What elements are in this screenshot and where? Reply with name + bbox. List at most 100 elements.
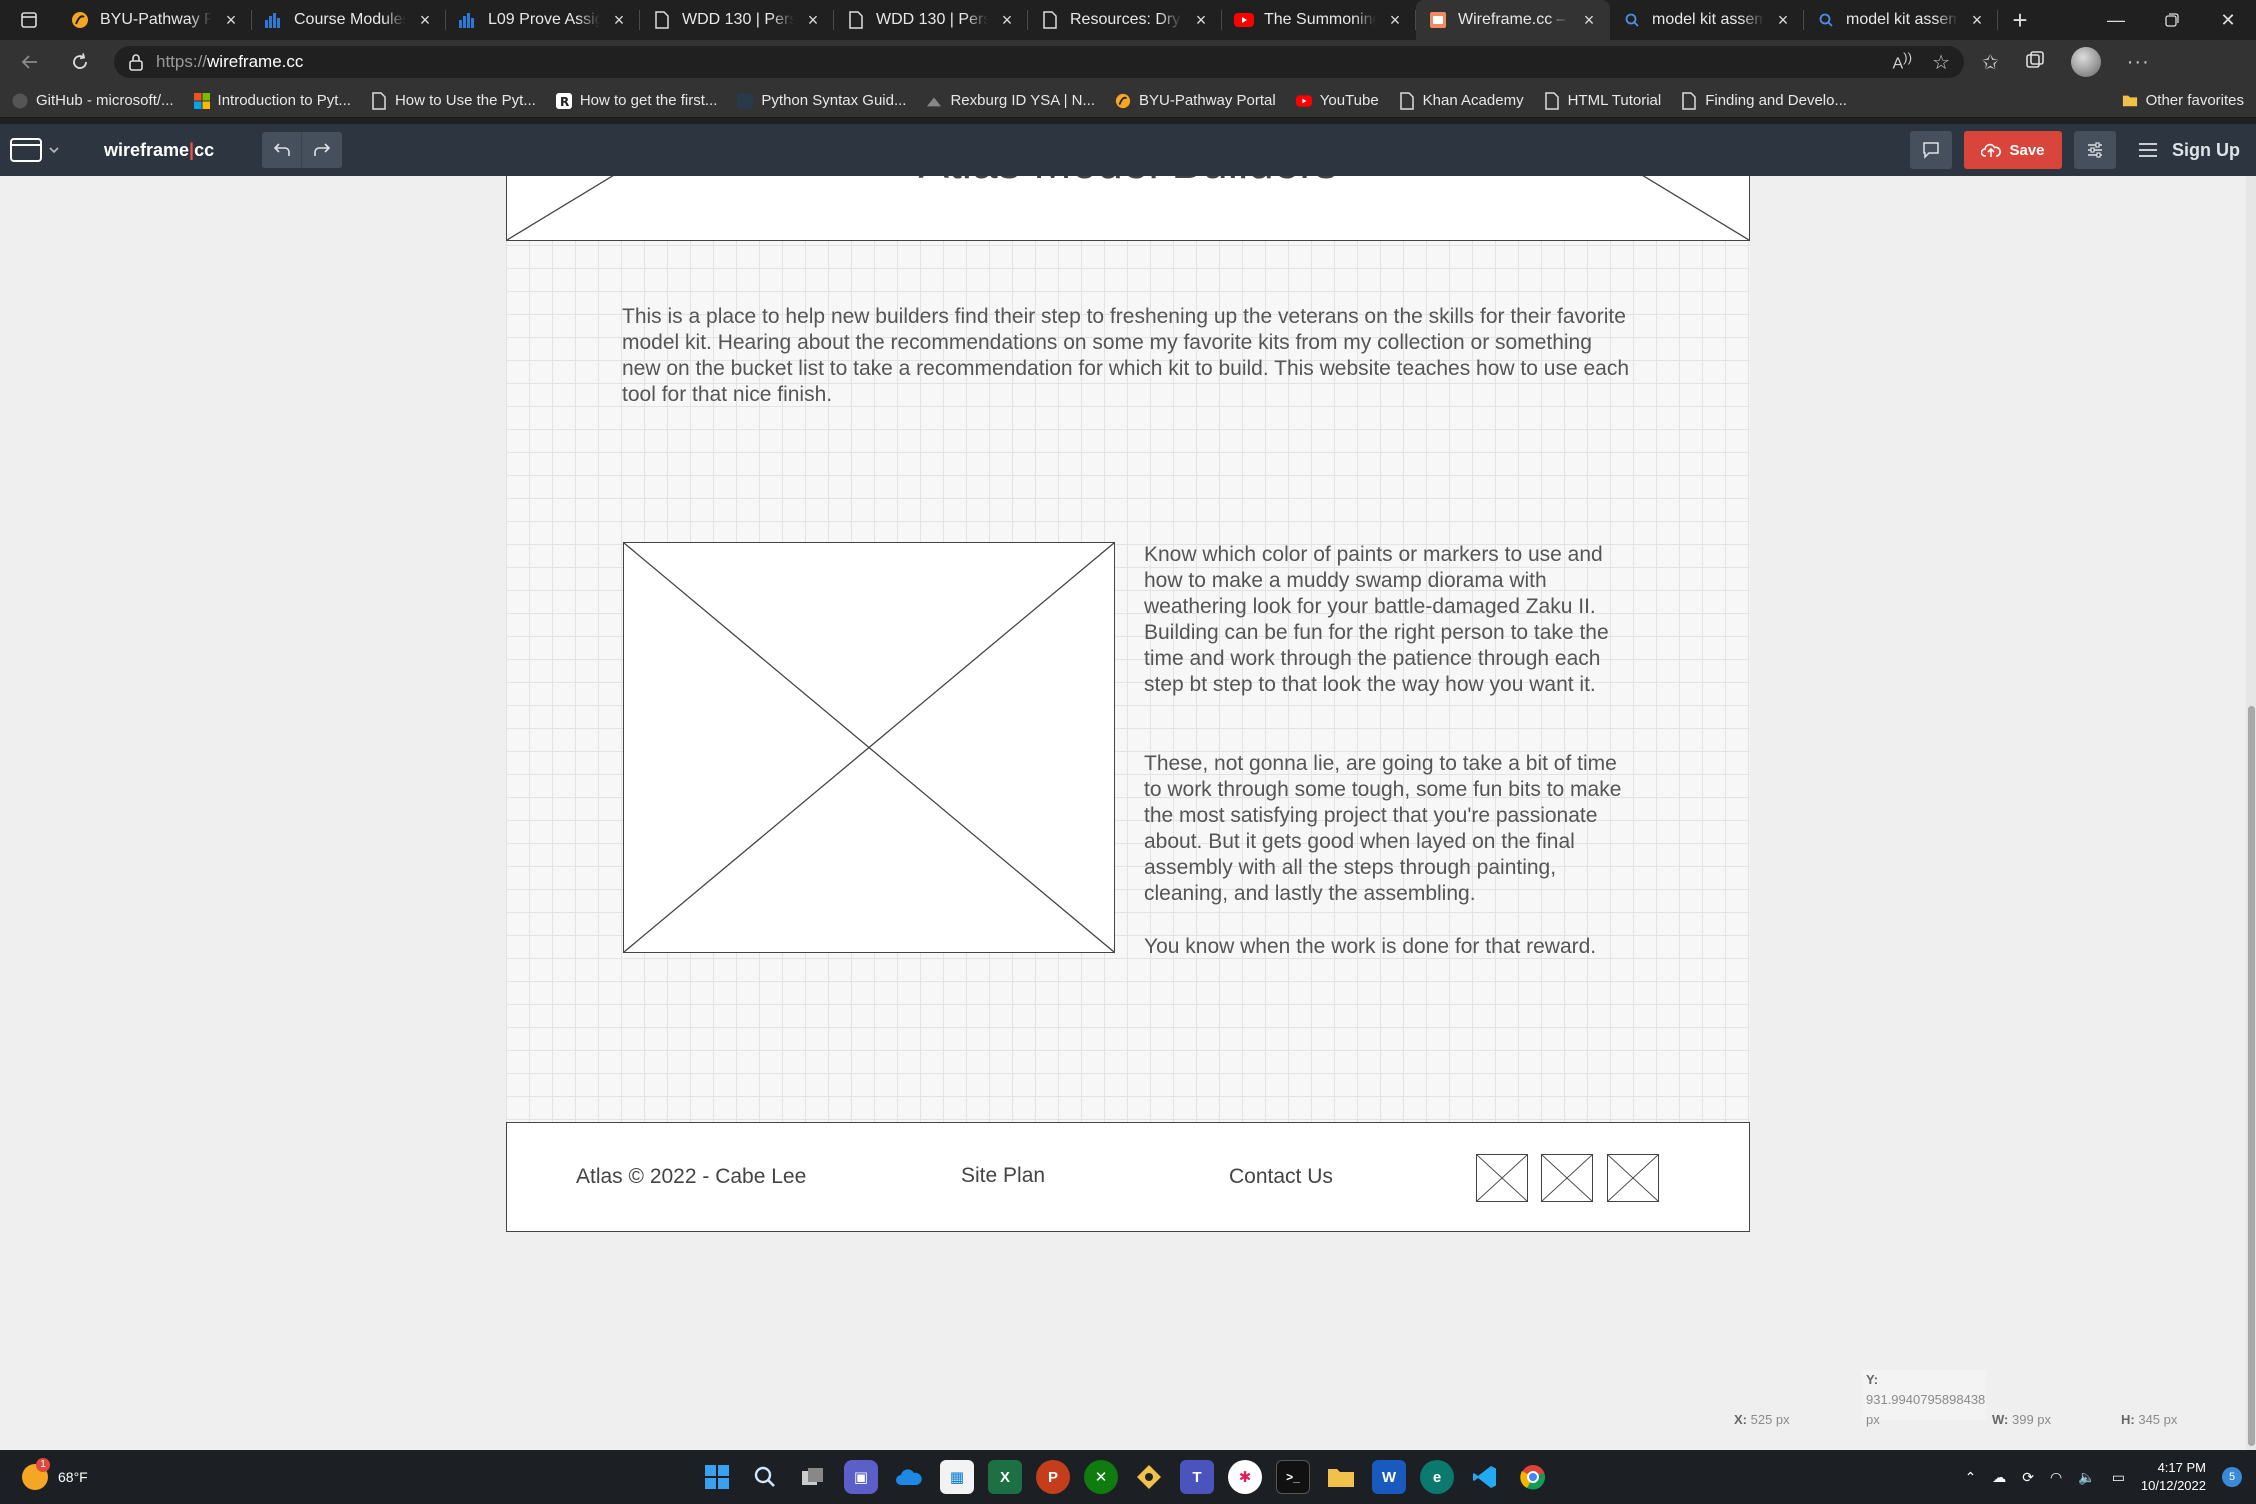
bookmark-item[interactable]: R How to get the first... [555,92,717,109]
battery-icon[interactable]: ▭ [2112,1469,2125,1486]
browser-tab[interactable]: BYU-Pathway Portal × [58,0,252,40]
onedrive-tray-icon[interactable]: ☁ [1992,1469,2006,1486]
read-aloud-icon[interactable]: A)) [1893,50,1913,73]
bookmark-item[interactable]: Introduction to Pyt... [193,92,351,109]
bookmark-item[interactable]: Khan Academy [1399,91,1524,110]
browser-tab[interactable]: model kit assembly × [1610,0,1804,40]
social-icon-placeholder-1[interactable] [1476,1154,1528,1202]
file-explorer-button[interactable] [1324,1460,1358,1494]
task-view-button[interactable] [796,1460,830,1494]
browser-tab[interactable]: Resources: Dry Out × [1028,0,1222,40]
tab-close-button[interactable]: × [1774,10,1792,30]
wireframe-page[interactable]: Atlas Model Builders This is a place to … [506,176,1750,1232]
bookmark-item[interactable]: Finding and Develo... [1681,91,1847,110]
bookmark-item[interactable]: HTML Tutorial [1544,91,1661,110]
footer-contact-link[interactable]: Contact Us [1229,1165,1333,1189]
restore-button[interactable] [2144,0,2200,40]
word-button[interactable]: W [1372,1460,1406,1494]
slack-button[interactable]: ✱ [1228,1460,1262,1494]
teams-button[interactable]: T [1180,1460,1214,1494]
new-tab-button[interactable]: + [1998,0,2042,40]
sync-icon[interactable]: ⟳ [2022,1469,2034,1486]
bookmark-item[interactable]: BYU-Pathway Portal [1115,92,1276,109]
chrome-button[interactable] [1516,1460,1550,1494]
scrollbar-thumb[interactable] [2248,706,2255,1446]
tab-close-button[interactable]: × [610,10,628,30]
browser-tab[interactable]: WDD 130 | Personal Site × [834,0,1028,40]
paragraph-1[interactable]: Know which color of paints or markers to… [1144,542,1638,698]
wifi-icon[interactable]: ◠ [2050,1469,2062,1486]
browser-tab[interactable]: WDD 130 | Personal Site × [640,0,834,40]
close-window-button[interactable]: ✕ [2200,0,2256,40]
clock[interactable]: 4:17 PM 10/12/2022 [2141,1459,2206,1495]
tab-close-button[interactable]: × [222,10,240,30]
bookmark-item[interactable]: How to Use the Pyt... [371,91,536,110]
bookmark-item[interactable]: YouTube [1295,92,1379,109]
sign-up-menu[interactable]: Sign Up [2138,140,2246,161]
volume-icon[interactable]: 🔈 [2078,1469,2095,1486]
browser-tab[interactable]: The Summoning × [1222,0,1416,40]
settings-button[interactable] [2074,131,2116,169]
browser-tab[interactable]: L09 Prove Assignment × [446,0,640,40]
git-app-button[interactable] [1132,1460,1166,1494]
browser-tab[interactable]: Course Modules: WDD 130 × [252,0,446,40]
redo-button[interactable] [302,132,342,168]
undo-button[interactable] [262,132,303,168]
tab-close-button[interactable]: × [416,10,434,30]
comments-button[interactable] [1910,131,1952,169]
page-menu-button[interactable] [10,137,60,163]
start-button[interactable] [700,1460,734,1494]
browser-tab-active[interactable]: Wireframe.cc – the × [1416,0,1610,40]
tab-actions-button[interactable] [0,0,58,40]
tab-close-button[interactable]: × [1580,10,1598,30]
bookmark-item[interactable]: Rexburg ID YSA | N... [926,92,1095,109]
search-taskbar-button[interactable] [748,1460,782,1494]
store-button[interactable]: ▦ [940,1460,974,1494]
tab-close-button[interactable]: × [804,10,822,30]
address-bar[interactable]: https://wireframe.cc A)) ☆ [114,46,1964,78]
back-button[interactable] [14,46,46,78]
paragraph-2[interactable]: These, not gonna lie, are going to take … [1144,751,1638,907]
terminal-button[interactable]: >_ [1276,1460,1310,1494]
onedrive-button[interactable] [892,1460,926,1494]
collections-icon[interactable] [2025,50,2045,75]
favorites-icon[interactable]: ✩ [1982,50,1999,75]
tab-close-button[interactable]: × [1968,10,1986,30]
header-title[interactable]: Atlas Model Builders [507,176,1749,189]
refresh-button[interactable] [64,46,96,78]
save-button[interactable]: Save [1964,131,2062,169]
minimize-button[interactable]: — [2088,0,2144,40]
social-icon-placeholder-3[interactable] [1607,1154,1659,1202]
vscode-button[interactable] [1468,1460,1502,1494]
powerpoint-button[interactable]: P [1036,1460,1070,1494]
wireframe-brand-logo[interactable]: wireframe|cc [104,140,214,161]
tab-close-button[interactable]: × [1192,10,1210,30]
profile-avatar[interactable] [2070,47,2101,77]
more-menu-icon[interactable]: ··· [2127,51,2150,74]
footer-copyright[interactable]: Atlas © 2022 - Cabe Lee [576,1165,806,1189]
chat-app-button[interactable]: ▣ [844,1460,878,1494]
excel-button[interactable]: X [988,1460,1022,1494]
bookmark-item[interactable]: Python Syntax Guid... [737,92,906,109]
tab-close-button[interactable]: × [1386,10,1404,30]
bookmark-item[interactable]: GitHub - microsoft/... [12,92,174,109]
wireframe-canvas[interactable]: Atlas Model Builders This is a place to … [0,176,2256,1450]
browser-tab[interactable]: model kit assembly × [1804,0,1998,40]
intro-paragraph[interactable]: This is a place to help new builders fin… [622,304,1632,408]
footer[interactable]: Atlas © 2022 - Cabe Lee Site Plan Contac… [506,1122,1750,1232]
canvas-scrollbar[interactable] [2246,176,2256,1450]
tab-close-button[interactable]: × [998,10,1016,30]
paragraph-3[interactable]: You know when the work is done for that … [1144,934,1664,960]
social-icon-placeholder-2[interactable] [1541,1154,1593,1202]
image-placeholder[interactable] [623,542,1115,953]
footer-site-plan-link[interactable]: Site Plan [961,1164,1045,1188]
bookmark-label: Khan Academy [1422,92,1524,109]
chevron-up-icon[interactable]: ⌃ [1965,1469,1977,1486]
edge-button[interactable]: e [1420,1460,1454,1494]
other-favorites-folder[interactable]: Other favorites [2122,92,2244,109]
favorite-star-icon[interactable]: ☆ [1932,50,1950,75]
weather-widget[interactable]: 1 68°F [22,1458,88,1490]
header-box[interactable]: Atlas Model Builders [506,176,1750,241]
notification-badge[interactable]: 5 [2222,1467,2242,1487]
xbox-button[interactable]: ✕ [1084,1460,1118,1494]
